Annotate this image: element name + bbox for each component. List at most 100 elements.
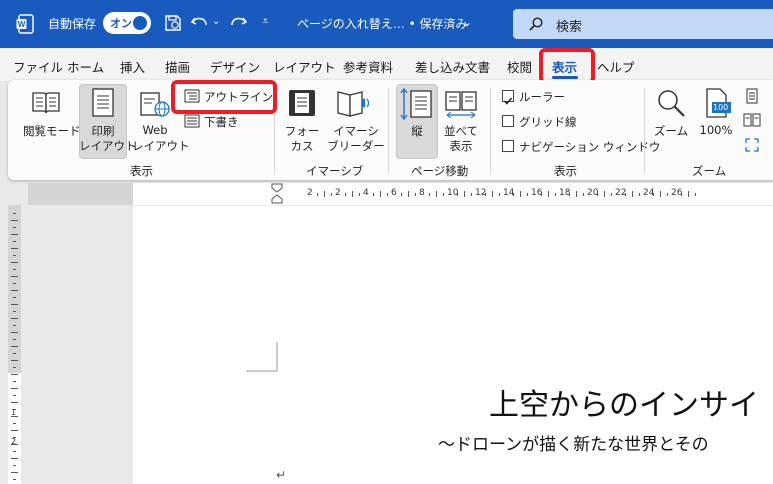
ruler-tick [653, 193, 654, 196]
ruler-tick [485, 193, 486, 196]
customize-toolbar-icon[interactable]: ⩡ [262, 14, 269, 29]
ruler-tick [604, 191, 605, 197]
vertical-ruler-tick [11, 458, 18, 459]
search-icon [529, 17, 543, 31]
ruler-tick [555, 193, 556, 196]
vertical-ruler-tick [11, 430, 18, 431]
document-subtitle[interactable]: 〜ドローンが描く新たな世界とその [438, 430, 709, 455]
tab-references[interactable]: 参考資料 [343, 57, 393, 76]
vertical-label: 縦 [411, 124, 423, 138]
draft-icon [184, 114, 200, 128]
ruler-tick [548, 191, 549, 197]
page-width-icon[interactable] [744, 137, 760, 153]
tab-file[interactable]: ファイル [13, 57, 63, 76]
vertical-ruler-tick [13, 227, 16, 228]
vertical-ruler-tick [13, 423, 16, 424]
web-layout-label-2[interactable]: レイアウト [132, 138, 190, 154]
side-to-side-icon [445, 91, 477, 118]
tab-home[interactable]: ホーム [67, 57, 104, 76]
vertical-ruler-tick [11, 346, 18, 347]
print-layout-label-1: 印刷 [91, 124, 115, 138]
vertical-ruler-tick [11, 374, 18, 375]
ruler-tick [569, 193, 570, 196]
redo-icon[interactable] [228, 14, 248, 32]
undo-dropdown-icon[interactable]: ⌄ [212, 16, 220, 27]
horizontal-ruler[interactable]: 2 2 4 6 8 10 12 14 16 18 20 22 24 26 [28, 183, 773, 205]
tab-insert[interactable]: 挿入 [120, 57, 145, 76]
document-page[interactable]: 上空からのインサイ 〜ドローンが描く新たな世界とその ↵ [133, 206, 773, 484]
read-mode-button[interactable]: 閲覧モード [23, 123, 81, 139]
vertical-ruler-tick [11, 248, 18, 249]
vertical-ruler-tick [13, 255, 16, 256]
ruler-number: 2 [307, 188, 313, 198]
vertical-ruler-tick [13, 409, 16, 410]
tab-draw[interactable]: 描画 [165, 57, 190, 76]
ruler-tick [464, 191, 465, 197]
ruler-label: ルーラー [519, 90, 565, 104]
ruler-tick [471, 193, 472, 196]
immersive-reader-label-2[interactable]: ブリーダー [326, 138, 386, 154]
search-box[interactable]: 検索 [513, 9, 773, 39]
checkmark-icon [503, 97, 513, 105]
ruler-tick [317, 193, 318, 196]
side-to-side-label-1[interactable]: 並べて [440, 123, 482, 139]
nav-pane-checkbox[interactable] [502, 140, 514, 152]
web-layout-label-1[interactable]: Web [132, 123, 178, 137]
ruler-number: 6 [391, 188, 397, 198]
multiple-pages-icon[interactable] [743, 113, 761, 127]
outline-highlight [171, 80, 277, 114]
page-movement-group-label: ページ移動 [411, 164, 469, 178]
ruler-number: 2 [335, 188, 341, 198]
gridlines-checkbox[interactable] [502, 115, 514, 127]
vertical-ruler-tick [13, 395, 16, 396]
word-logo-icon[interactable]: W [16, 14, 34, 34]
vertical-ruler-tick [13, 297, 16, 298]
autosave-toggle[interactable]: オン [103, 12, 151, 34]
hundred-percent-button[interactable]: 100% [694, 123, 738, 137]
vertical-ruler-tick [13, 381, 16, 382]
document-heading[interactable]: 上空からのインサイ [489, 380, 759, 424]
show-group-label: 表示 [554, 164, 577, 178]
focus-label-2[interactable]: カス [280, 138, 324, 154]
title-chevron-down-icon[interactable]: ⌄ [462, 15, 472, 29]
ruler-tick [639, 193, 640, 196]
vertical-ruler-tick [13, 437, 16, 438]
vertical-ruler[interactable]: 12 [8, 205, 21, 484]
vertical-ruler-content [8, 373, 21, 484]
document-title[interactable]: ページの入れ替え… • 保存済み [297, 15, 467, 32]
side-to-side-label-2[interactable]: 表示 [440, 138, 482, 154]
tab-help[interactable]: ヘルプ [597, 57, 635, 76]
tab-layout[interactable]: レイアウト [273, 57, 336, 76]
ruler-tick [583, 193, 584, 196]
focus-label-1[interactable]: フォー [280, 123, 324, 139]
vertical-ruler-tick [11, 416, 18, 417]
vertical-ruler-tick [13, 451, 16, 452]
tab-review[interactable]: 校閲 [507, 57, 532, 76]
print-layout-label-2: レイアウト [79, 139, 137, 153]
vertical-ruler-tick [11, 304, 18, 305]
indent-marker-icon[interactable] [271, 183, 283, 205]
nav-pane-label: ナビゲーション ウィンドウ [519, 140, 661, 154]
ruler-tick [373, 193, 374, 196]
ruler-tick [611, 193, 612, 196]
vertical-ruler-tick [13, 311, 16, 312]
one-page-icon[interactable] [745, 88, 759, 104]
ruler-checkbox[interactable] [502, 90, 514, 105]
web-layout-icon [140, 92, 170, 117]
vertical-ruler-tick [13, 325, 16, 326]
save-icon[interactable] [164, 14, 182, 32]
ruler-tick [436, 191, 437, 197]
ruler-tick [576, 191, 577, 197]
ruler-margin [28, 183, 133, 205]
vertical-icon [400, 88, 432, 120]
draft-button[interactable]: 下書き [204, 114, 239, 130]
tab-design[interactable]: デザイン [210, 57, 260, 76]
zoom-button[interactable]: ズーム [648, 123, 694, 139]
views-group-label: 表示 [130, 164, 153, 178]
immersive-reader-label-1[interactable]: イマーシ [326, 123, 386, 139]
vertical-ruler-tick [11, 220, 18, 221]
title-bar: W 自動保存 オン ⌄ ⩡ ページの入れ替え… • 保存済み ⌄ 検索 [0, 0, 773, 48]
undo-icon[interactable] [190, 14, 210, 32]
tab-mailings[interactable]: 差し込み文書 [415, 57, 490, 76]
vertical-ruler-tick [13, 213, 16, 214]
